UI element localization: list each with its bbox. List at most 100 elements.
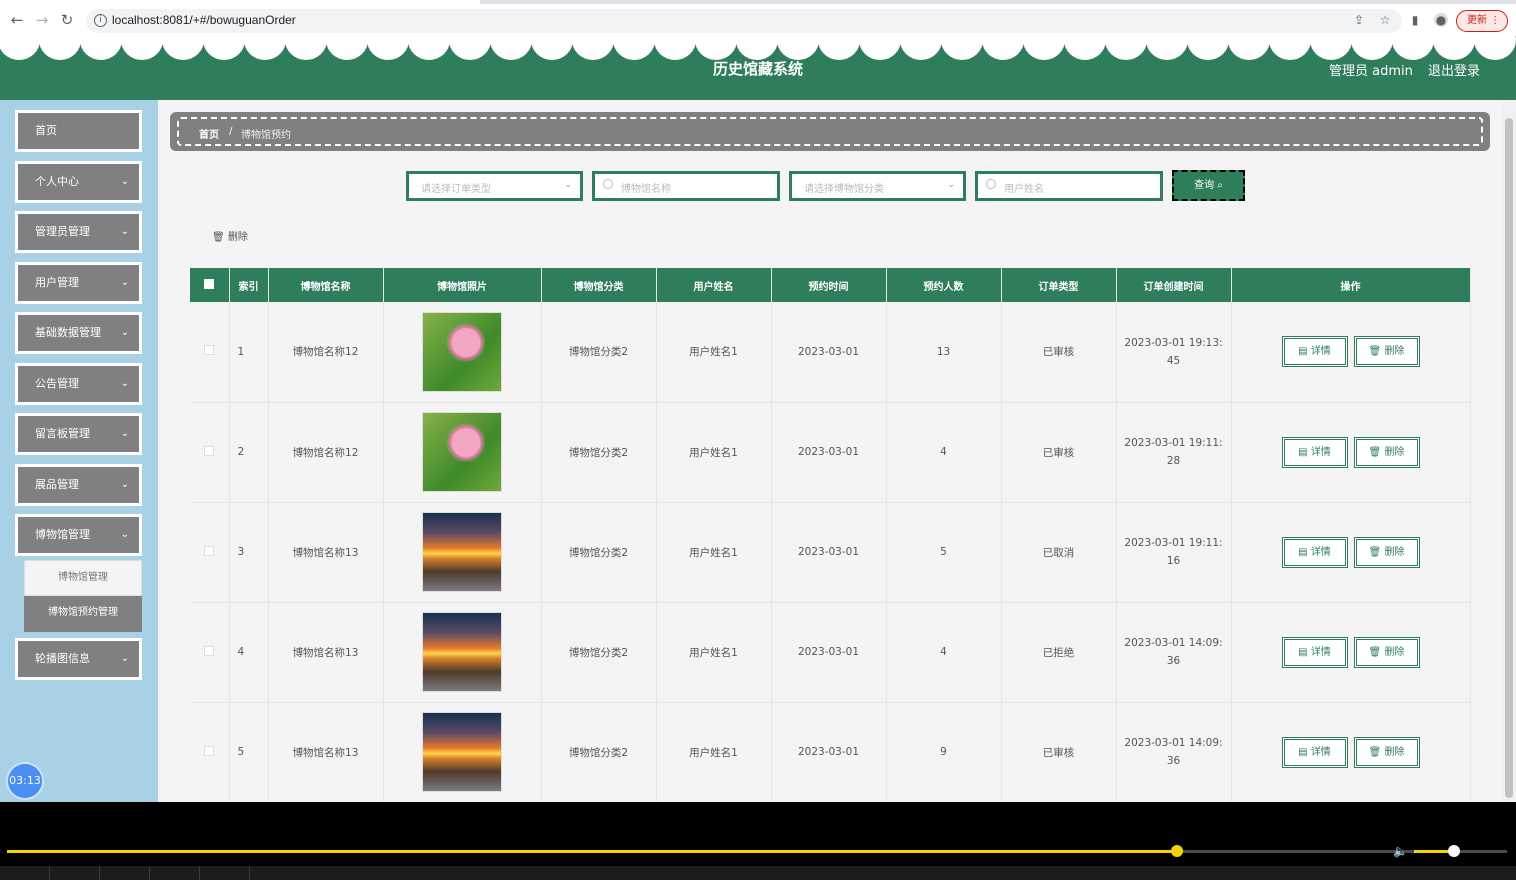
address-bar[interactable]: i localhost:8081/+#/bowuguanOrder (86, 9, 1402, 33)
sidebar-item[interactable]: 轮播图信息 ⌄ (15, 638, 142, 680)
row-select-cell[interactable] (190, 502, 230, 603)
delete-button[interactable]: 🗑 删除 (1353, 536, 1420, 568)
volume-icon[interactable]: 🔈 (1393, 844, 1408, 858)
player-control[interactable] (100, 866, 150, 880)
active-tab[interactable] (0, 0, 480, 4)
update-button[interactable]: 更新 ⋮ (1456, 10, 1508, 32)
sidebar-item[interactable]: 基础数据管理 ⌄ (15, 312, 142, 354)
detail-button[interactable]: ▤ 详情 (1281, 636, 1348, 668)
page-scrollbar[interactable] (1502, 100, 1516, 802)
sidebar-item-label: 公告管理 (35, 377, 79, 390)
museum-category-select[interactable]: 请选择博物馆分类 ⌄ (789, 171, 966, 201)
breadcrumb-home[interactable]: 首页 (199, 126, 219, 141)
select-all-header[interactable] (190, 268, 230, 302)
scallop-shape (367, 36, 409, 60)
scallop-shape (531, 36, 573, 60)
row-select-cell[interactable] (190, 702, 230, 802)
museum-photo[interactable] (422, 712, 502, 792)
column-header: 博物馆照片 (383, 268, 542, 302)
delete-button[interactable]: 🗑 删除 (1353, 636, 1420, 668)
sidebar-item-label: 留言板管理 (35, 427, 90, 440)
player-control[interactable] (200, 866, 250, 880)
reload-icon[interactable]: ↻ (59, 12, 75, 28)
search-button[interactable]: 查询 ⌕ (1172, 170, 1245, 201)
detail-button[interactable]: ▤ 详情 (1281, 736, 1348, 768)
user-name-input[interactable]: 用户姓名 (975, 171, 1163, 201)
trash-icon: 🗑 (212, 232, 225, 243)
scrollbar-thumb[interactable] (1505, 118, 1513, 798)
museum-name-placeholder: 博物馆名称 (621, 184, 671, 195)
progress-handle[interactable] (1171, 845, 1183, 857)
volume-handle[interactable] (1447, 845, 1460, 857)
column-header: 预约人数 (886, 268, 1002, 302)
submenu-museum-management[interactable]: 博物馆管理 (24, 560, 142, 596)
row-checkbox[interactable] (204, 345, 215, 356)
detail-button[interactable]: ▤ 详情 (1281, 536, 1348, 568)
delete-button[interactable]: 🗑 删除 (1353, 736, 1420, 768)
submenu-museum-booking[interactable]: 博物馆预约管理 (24, 596, 142, 632)
logout-link[interactable]: 退出登录 (1428, 60, 1480, 79)
museum-photo[interactable] (422, 612, 502, 692)
cell-museum-name: 博物馆名称12 (268, 402, 384, 503)
cell-user: 用户姓名1 (656, 602, 772, 703)
cell-created: 2023-03-01 19:13: 45 (1116, 302, 1232, 403)
select-all-checkbox[interactable] (204, 278, 215, 289)
row-select-cell[interactable] (190, 402, 230, 503)
sidebar-item[interactable]: 展品管理 ⌄ (15, 464, 142, 506)
row-checkbox[interactable] (204, 745, 215, 756)
back-icon[interactable]: ← (9, 12, 25, 28)
sidebar-item[interactable]: 公告管理 ⌄ (15, 363, 142, 405)
star-icon[interactable]: ☆ (1378, 13, 1392, 27)
row-select-cell[interactable] (190, 602, 230, 703)
cell-index: 3 (229, 502, 269, 603)
sidebar-item[interactable]: 博物馆管理 ⌄ (15, 514, 142, 556)
detail-label: 详情 (1310, 346, 1331, 358)
delete-button[interactable]: 🗑 删除 (1353, 436, 1420, 468)
sidebar-item[interactable]: 用户管理 ⌄ (15, 262, 142, 304)
sidebar-item[interactable]: 个人中心 ⌄ (15, 161, 142, 203)
museum-name-input[interactable]: 博物馆名称 (592, 171, 780, 201)
app-header: 历史馆藏系统 管理员 admin 退出登录 (0, 36, 1516, 100)
share-icon[interactable]: ⇪ (1352, 13, 1366, 27)
site-info-icon[interactable]: i (94, 14, 107, 27)
museum-photo[interactable] (422, 512, 502, 592)
player-control[interactable] (50, 866, 100, 880)
detail-label: 详情 (1310, 446, 1331, 458)
scallop-shape (695, 36, 737, 60)
scallop-shape (1392, 36, 1434, 60)
row-checkbox[interactable] (204, 645, 215, 656)
trash-icon: 🗑 (1368, 746, 1382, 758)
museum-photo[interactable] (422, 412, 502, 492)
player-control[interactable] (0, 866, 50, 880)
delete-button[interactable]: 🗑 删除 (1353, 336, 1420, 368)
scallop-shape (900, 36, 942, 60)
sidebar-item-label: 首页 (35, 124, 57, 137)
scallop-shape (654, 36, 696, 60)
forward-icon[interactable]: → (34, 12, 50, 28)
detail-button[interactable]: ▤ 详情 (1281, 336, 1348, 368)
sidebar-item[interactable]: 管理员管理 ⌄ (15, 211, 142, 253)
row-checkbox[interactable] (204, 545, 215, 556)
detail-button[interactable]: ▤ 详情 (1281, 436, 1348, 468)
row-select-cell[interactable] (190, 302, 230, 403)
video-progress-bar[interactable] (7, 845, 1507, 857)
row-checkbox[interactable] (204, 445, 215, 456)
delete-label: 删除 (1384, 346, 1405, 358)
player-control[interactable] (150, 866, 200, 880)
museum-photo[interactable] (422, 311, 502, 392)
cell-status: 已审核 (1001, 702, 1117, 802)
order-type-select[interactable]: 请选择订单类型 ⌄ (406, 171, 583, 201)
scallop-shape (1269, 36, 1311, 60)
batch-delete-button[interactable]: 🗑 删除 (212, 228, 248, 243)
search-icon: ⌕ (1217, 180, 1223, 191)
volume-slider[interactable] (1414, 845, 1502, 857)
order-type-placeholder: 请选择订单类型 (421, 184, 491, 195)
cell-created: 2023-03-01 14:09: 36 (1116, 702, 1232, 802)
app-root: 历史馆藏系统 管理员 admin 退出登录 首页个人中心 ⌄ 管理员管理 ⌄ 用户管理 ⌄… (0, 36, 1516, 802)
created-time-a: 2023-03-01 14:09: (1124, 737, 1223, 749)
sidebar-item[interactable]: 留言板管理 ⌄ (15, 413, 142, 455)
cell-user: 用户姓名1 (656, 702, 772, 802)
sidebar-item[interactable]: 首页 (15, 110, 142, 152)
profile-icon[interactable]: ● (1434, 13, 1448, 27)
sidepanel-icon[interactable]: ▮ (1408, 13, 1422, 27)
